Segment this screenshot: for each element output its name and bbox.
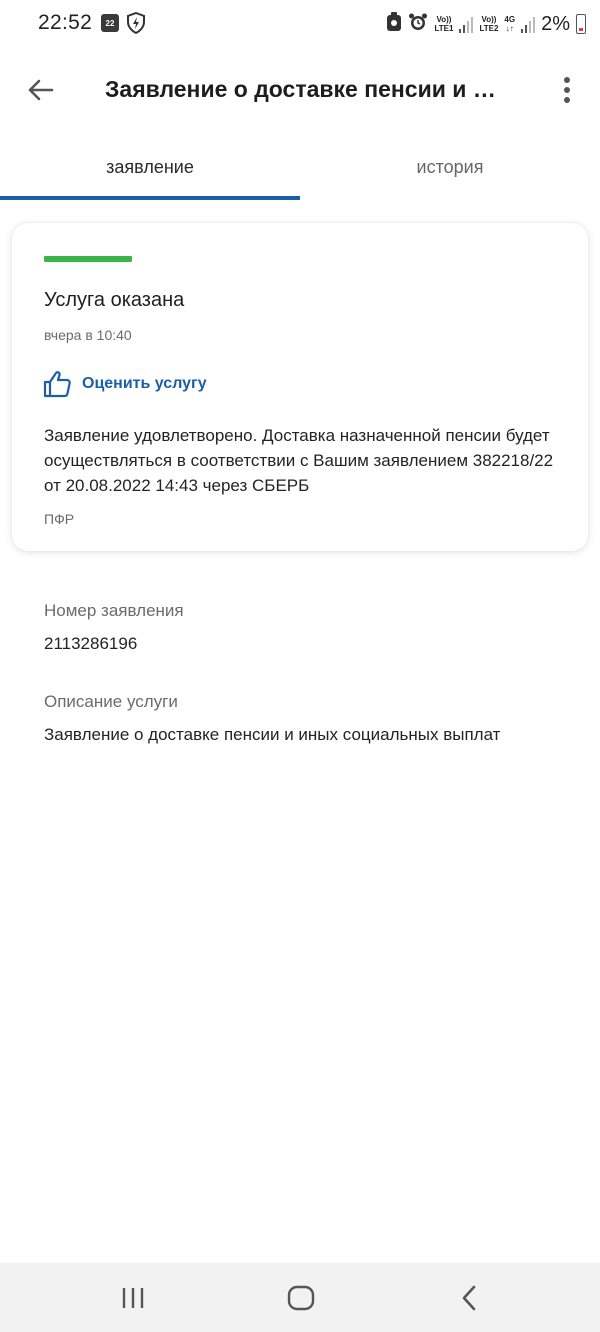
signal1-icon — [459, 15, 474, 33]
status-title: Услуга оказана — [44, 289, 185, 311]
rate-service-button[interactable]: Оценить услугу — [42, 369, 207, 399]
thumbs-up-icon — [43, 371, 71, 398]
system-nav-bar — [0, 1263, 600, 1332]
status-message: Заявление удовлетворено. Доставка назнач… — [44, 426, 554, 495]
service-description-label: Описание услуги — [44, 692, 178, 711]
tab-application[interactable]: заявление — [0, 132, 300, 200]
status-card: Услуга оказана вчера в 10:40 Оценить усл… — [12, 223, 588, 551]
chevron-left-icon — [462, 1285, 476, 1310]
arrow-left-icon — [28, 79, 54, 101]
page-title: Заявление о доставке пенсии и иных социа… — [105, 76, 505, 102]
system-back-button[interactable] — [429, 1263, 509, 1332]
home-icon — [287, 1285, 315, 1310]
recent-apps-icon — [122, 1287, 144, 1308]
alarm-icon — [408, 12, 428, 37]
shield-icon — [126, 11, 146, 39]
volte1-indicator: Vo)) LTE1 — [434, 15, 454, 33]
home-button[interactable] — [261, 1263, 341, 1332]
status-bar: 22:52 22 Vo)) LTE1 Vo)) LTE2 4G ↓↑ 2% — [0, 0, 600, 48]
service-description-value: Заявление о доставке пенсии и иных социа… — [44, 725, 501, 744]
signal2-icon — [521, 15, 536, 33]
app-bar: Заявление о доставке пенсии и иных социа… — [0, 48, 600, 132]
organization-label: ПФР — [44, 511, 75, 527]
status-time: вчера в 10:40 — [44, 327, 132, 343]
recent-apps-button[interactable] — [93, 1263, 173, 1332]
application-number-value: 2113286196 — [44, 634, 138, 653]
back-button[interactable] — [18, 70, 62, 110]
battery-percent: 2% — [541, 12, 570, 35]
calendar-icon: 22 — [101, 14, 119, 32]
tab-bar: заявление история — [0, 132, 600, 200]
rate-service-label: Оценить услугу — [82, 375, 207, 392]
more-vertical-icon — [564, 77, 570, 83]
status-indicator-bar — [44, 256, 132, 262]
tab-history[interactable]: история — [300, 132, 600, 200]
more-options-button[interactable] — [550, 70, 584, 110]
status-icons: Vo)) LTE1 Vo)) LTE2 4G ↓↑ 2% — [386, 10, 586, 38]
application-number-label: Номер заявления — [44, 601, 184, 620]
network-type: 4G ↓↑ — [504, 15, 516, 33]
volte2-indicator: Vo)) LTE2 — [479, 15, 499, 33]
battery-icon — [576, 14, 586, 34]
status-time: 22:52 — [38, 11, 93, 34]
app-notification-icon — [386, 11, 402, 37]
